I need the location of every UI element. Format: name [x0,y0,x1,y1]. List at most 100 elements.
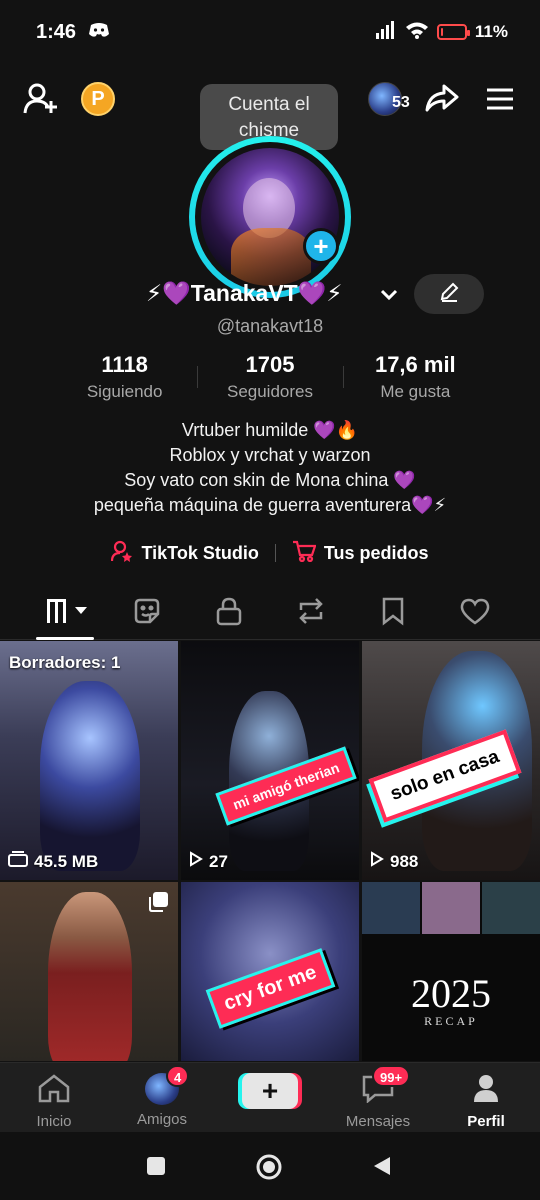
profile-stats: 1118 Siguiendo 1705 Seguidores 17,6 mil … [52,352,488,406]
back-icon[interactable] [370,1154,394,1178]
stat-label: Siguiendo [86,382,163,401]
system-nav-bar [0,1132,540,1200]
avatar-image [201,148,339,286]
tab-stickers[interactable] [127,596,167,630]
video-thumbnail[interactable] [0,882,178,1061]
lock-icon [215,596,243,631]
nav-label: Perfil [467,1113,505,1130]
play-icon [370,851,384,872]
recap-thumb [362,882,420,934]
active-tab-indicator [36,637,94,640]
tab-favorites[interactable] [373,596,413,630]
nav-profile[interactable]: Perfil [446,1073,526,1130]
menu-icon[interactable] [482,82,518,116]
pencil-icon [438,281,460,308]
profile-avatar[interactable] [189,136,351,298]
content-tabs [0,588,540,640]
bookmark-icon [381,596,405,631]
share-icon[interactable] [424,80,460,116]
thumbnail-figure [48,892,132,1061]
video-grid: Borradores: 1 45.5 MB mi amigó therian 2… [0,641,540,1061]
bottom-nav: Inicio Amigos 4 + Mensajes 99+ Perfil [0,1062,540,1132]
stat-value: 1705 [245,352,295,377]
tab-private[interactable] [209,596,249,630]
bio-line: Vrtuber humilde 💜🔥 [181,420,359,440]
coin-icon[interactable]: P [81,82,115,116]
multi-photo-icon [146,890,170,914]
bio-line: Soy vato con skin de Mona china 💜 [124,470,416,490]
drafts-icon [8,851,28,872]
video-thumbnail[interactable]: cry for me [181,882,359,1061]
recap-thumb [422,882,480,934]
battery-percent: 11% [474,22,508,41]
follower-avatar-count: 53 [392,94,410,111]
nav-label: Amigos [136,1111,188,1128]
studio-icon [111,540,133,567]
edit-profile-button[interactable] [414,274,484,314]
discord-icon [88,22,110,43]
recents-icon[interactable] [144,1154,168,1178]
status-bar: 1:46 11% [0,0,540,64]
grid-icon [45,597,91,630]
draft-size-text: 45.5 MB [34,851,99,871]
nav-label: Mensajes [345,1113,411,1130]
signal-icon [375,20,397,44]
stat-label: Seguidores [226,382,313,401]
home-icon [37,1074,71,1107]
sticker-icon [132,596,162,631]
video-thumbnail-recap[interactable]: 2025 RECAP [362,882,540,1061]
draft-size: 45.5 MB [8,851,98,872]
bio-line: pequeña máquina de guerra aventurera💜⚡ [93,495,447,515]
play-icon [189,851,203,872]
video-thumbnail-drafts[interactable]: Borradores: 1 45.5 MB [0,641,178,880]
create-button[interactable]: + [238,1073,302,1109]
tab-videos[interactable] [44,596,92,630]
stat-following[interactable]: 1118 Siguiendo [52,352,197,406]
add-friend-icon[interactable] [22,80,60,118]
view-count: 27 [189,851,228,872]
repost-icon [295,596,327,631]
orders-link[interactable]: Tus pedidos [292,540,429,567]
cart-icon [292,540,317,567]
profile-links: TikTok Studio Tus pedidos [0,538,540,568]
divider [274,544,276,562]
view-count-text: 988 [390,851,419,871]
battery-icon [436,24,470,40]
stat-likes[interactable]: 17,6 mil Me gusta [342,352,488,406]
bio-line: Roblox y vrchat y warzon [169,445,371,465]
stat-followers[interactable]: 1705 Seguidores [197,352,342,406]
tiktok-studio-link[interactable]: TikTok Studio [111,540,259,567]
home-button-icon[interactable] [254,1152,284,1182]
nav-friends[interactable]: Amigos [122,1073,202,1128]
view-count: 988 [370,851,418,872]
view-count-text: 27 [209,851,228,871]
tab-reposts[interactable] [291,596,331,630]
display-name[interactable]: ⚡💜TanakaVT💜⚡ [146,280,343,307]
bio: Vrtuber humilde 💜🔥 Roblox y vrchat y war… [0,418,540,518]
recap-word: RECAP [424,1014,478,1028]
link-label: TikTok Studio [141,542,259,563]
nav-label: Inicio [36,1113,72,1130]
stat-value: 1118 [101,352,148,377]
link-label: Tus pedidos [323,542,429,563]
profile-icon [471,1075,501,1107]
video-thumbnail[interactable]: mi amigó therian 27 [181,641,359,880]
add-story-icon[interactable]: + [303,228,339,264]
chevron-down-icon[interactable] [378,284,400,306]
drafts-label: Borradores: 1 [9,653,121,672]
tab-liked[interactable] [455,596,495,630]
recap-thumbnails [362,882,540,934]
video-sticker: cry for me [205,948,336,1029]
recap-thumb [482,882,540,934]
create-icon: + [242,1073,298,1109]
thumbnail-figure [40,681,140,871]
username: @tanakavt18 [216,316,324,336]
heart-icon [459,597,491,630]
stat-value: 17,6 mil [374,352,456,377]
stat-label: Me gusta [380,382,451,401]
video-thumbnail[interactable]: solo en casa 988 [362,641,540,880]
status-time: 1:46 [36,20,77,43]
inbox-icon [361,1075,395,1107]
inbox-badge: 99+ [372,1065,411,1087]
nav-home[interactable]: Inicio [14,1073,94,1130]
